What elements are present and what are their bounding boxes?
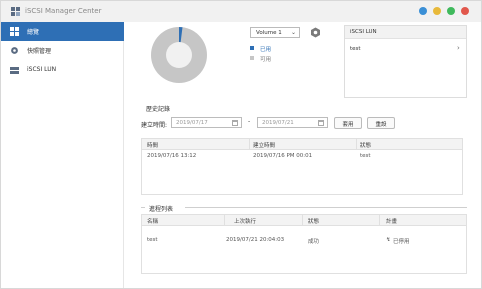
section-divider (185, 207, 467, 208)
app-logo-icon (11, 7, 20, 16)
close-button[interactable] (461, 7, 469, 15)
date-from-value: 2019/07/17 (176, 120, 208, 126)
lun-panel-title: iSCSI LUN (350, 29, 377, 35)
app-window: iSCSI Manager Center 總覽 快照管理 iSCSI LUN V… (0, 0, 482, 289)
lun-item-name[interactable]: test (350, 46, 361, 52)
volume-select[interactable]: Volume 1 ⌄ (250, 27, 300, 38)
column-header-last-run[interactable]: 上次執行 (234, 217, 256, 225)
legend-swatch (250, 56, 254, 60)
title-bar: iSCSI Manager Center (1, 1, 481, 22)
gear-icon (11, 47, 18, 54)
volume-settings-icon[interactable] (310, 27, 321, 38)
info-button[interactable] (419, 7, 427, 15)
usage-pie-chart (151, 27, 207, 83)
sidebar-item-snapshots[interactable]: 快照管理 (1, 41, 124, 60)
cell-created: 2019/07/16 PM 00:01 (253, 153, 313, 159)
column-header-status[interactable]: 狀態 (360, 141, 371, 149)
chevron-down-icon: ⌄ (290, 29, 296, 36)
date-to-field[interactable]: 2019/07/21 (257, 117, 328, 128)
legend-label: 可用 (260, 57, 272, 63)
window-title: iSCSI Manager Center (25, 7, 102, 15)
column-header-time[interactable]: 時間 (147, 141, 158, 149)
sidebar-item-overview[interactable]: 總覽 (1, 22, 124, 41)
column-header-created[interactable]: 建立時間 (253, 141, 275, 149)
sidebar: 總覽 快照管理 iSCSI LUN (1, 22, 124, 288)
sidebar-item-label: 快照管理 (27, 48, 52, 55)
history-title: 歷史記錄 (146, 106, 171, 113)
section-divider (141, 207, 145, 208)
legend-label: 已用 (260, 47, 272, 53)
sidebar-item-label: 總覽 (27, 29, 40, 36)
cell-last-run: 2019/07/21 20:04:03 (226, 237, 285, 243)
cell-time: 2019/07/16 13:12 (147, 153, 197, 159)
history-filter-label: 建立時間: (141, 122, 168, 129)
date-to-value: 2019/07/21 (262, 120, 294, 126)
column-header-status[interactable]: 狀態 (308, 217, 319, 225)
sidebar-item-iscsi-lun[interactable]: iSCSI LUN (1, 61, 124, 80)
calendar-icon[interactable] (232, 120, 238, 126)
apply-button-label: 套用 (342, 122, 354, 128)
apply-button[interactable]: 套用 (334, 117, 362, 129)
cell-status: 成功 (308, 239, 320, 245)
sidebar-item-label: iSCSI LUN (27, 66, 57, 73)
history-table-header: 時間 建立時間 狀態 (142, 139, 462, 150)
chevron-right-icon[interactable]: › (457, 44, 460, 52)
date-from-field[interactable]: 2019/07/17 (171, 117, 242, 128)
overview-panel: Volume 1 ⌄ 已用 可用 iSCSI LUN test › (132, 23, 477, 98)
table-row[interactable]: 2019/07/16 13:12 2019/07/16 PM 00:01 tes… (142, 152, 462, 162)
minimize-button[interactable] (433, 7, 441, 15)
column-header-schedule[interactable]: 計畫 (386, 217, 397, 225)
date-range-separator: - (248, 118, 251, 125)
reset-button-label: 重設 (375, 122, 387, 128)
legend-swatch (250, 46, 254, 50)
history-table: 時間 建立時間 狀態 2019/07/16 13:12 2019/07/16 P… (141, 138, 463, 195)
cell-status: test (360, 153, 371, 159)
column-header-name[interactable]: 名稱 (147, 217, 158, 225)
tasks-table-header: 名稱 上次執行 狀態 計畫 (142, 215, 466, 226)
calendar-icon[interactable] (318, 120, 324, 126)
volume-select-value: Volume 1 (256, 30, 282, 36)
tasks-title: 進程列表 (149, 206, 174, 213)
maximize-button[interactable] (447, 7, 455, 15)
lun-panel-header: iSCSI LUN (345, 26, 466, 39)
tasks-table: 名稱 上次執行 狀態 計畫 test 2019/07/21 20:04:03 成… (141, 214, 467, 274)
cell-name: test (147, 237, 158, 243)
iscsi-lun-panel: iSCSI LUN test › (344, 25, 467, 98)
cell-schedule: 已停用 (393, 239, 410, 245)
schedule-icon: ↯ (386, 237, 391, 243)
server-icon (10, 67, 19, 74)
reset-button[interactable]: 重設 (367, 117, 395, 129)
grid-icon (10, 27, 19, 36)
table-row[interactable]: test 2019/07/21 20:04:03 成功 ↯ 已停用 (142, 236, 466, 246)
